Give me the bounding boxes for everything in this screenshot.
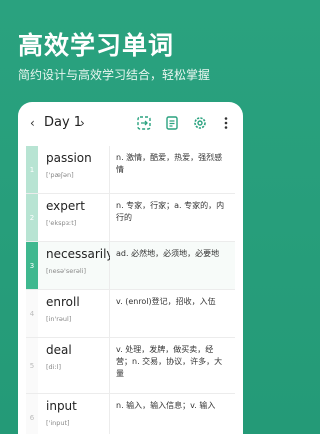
definition-text: ad. 必然地，必须地，必要地	[110, 242, 235, 289]
phonetic-text: [nesə'serəli]	[46, 267, 87, 275]
row-index: 5	[26, 338, 38, 393]
row-index: 4	[26, 290, 38, 337]
definition-text: v. 处理，发牌，做买卖，经营；n. 交易，协议，许多，大量	[116, 345, 223, 378]
gear-icon[interactable]	[192, 115, 208, 131]
word-text: enroll	[46, 295, 80, 309]
prev-day-button[interactable]: ‹	[30, 116, 35, 130]
shuffle-icon[interactable]	[136, 115, 152, 131]
phonetic-text: [diːl]	[46, 363, 61, 371]
word-row[interactable]: 6 input ['input] n. 输入，输入信息；v. 输入	[26, 394, 235, 434]
word-text: necessarily	[46, 247, 114, 261]
phonetic-text: ['pæʃən]	[46, 171, 74, 179]
row-index: 6	[26, 394, 38, 434]
toolbar: ‹ Day 1 ›	[18, 102, 243, 146]
book-icon[interactable]	[164, 115, 180, 131]
word-cell: enroll [in'rəul]	[38, 290, 110, 337]
definition-text: n. 输入，输入信息；v. 输入	[116, 401, 216, 410]
phonetic-text: [in'rəul]	[46, 315, 72, 323]
word-row[interactable]: 5 deal [diːl] v. 处理，发牌，做买卖，经营；n. 交易，协议，许…	[26, 338, 235, 394]
word-text: deal	[46, 343, 72, 357]
row-index: 2	[26, 194, 38, 241]
word-text: expert	[46, 199, 85, 213]
word-cell: passion ['pæʃən]	[38, 146, 110, 193]
row-index: 1	[26, 146, 38, 193]
app-screen: ‹ Day 1 › 1 passion ['pæʃən] n. 激情，酷爱，热爱…	[18, 102, 243, 434]
word-row[interactable]: 4 enroll [in'rəul] v. (enrol)登记，招收，入伍	[26, 290, 235, 338]
next-day-button[interactable]: ›	[80, 116, 85, 130]
word-row[interactable]: 2 expert ['ekspɜːt] n. 专家，行家；a. 专家的，内行的	[26, 194, 235, 242]
row-index: 3	[26, 242, 38, 289]
more-icon[interactable]	[218, 115, 234, 131]
promo-subline: 简约设计与高效学习结合，轻松掌握	[18, 68, 211, 82]
word-text: passion	[46, 151, 92, 165]
phonetic-text: ['input]	[46, 419, 70, 427]
word-cell: input ['input]	[38, 394, 110, 434]
phonetic-text: ['ekspɜːt]	[46, 219, 77, 227]
word-list: 1 passion ['pæʃən] n. 激情，酷爱，热爱，强烈感情 2 ex…	[26, 146, 235, 434]
definition-text: v. (enrol)登记，招收，入伍	[116, 297, 216, 306]
word-row[interactable]: 3 necessarily [nesə'serəli] ad. 必然地，必须地，…	[26, 242, 235, 290]
word-cell: expert ['ekspɜːt]	[38, 194, 110, 241]
word-row[interactable]: 1 passion ['pæʃən] n. 激情，酷爱，热爱，强烈感情	[26, 146, 235, 194]
day-label: Day 1	[44, 115, 83, 130]
word-cell: deal [diːl]	[38, 338, 110, 393]
definition-text: n. 专家，行家；a. 专家的，内行的	[116, 201, 225, 222]
promo-headline: 高效学习单词	[18, 31, 175, 60]
definition-text: n. 激情，酷爱，热爱，强烈感情	[116, 153, 223, 174]
word-cell: necessarily [nesə'serəli]	[38, 242, 114, 289]
word-text: input	[46, 399, 77, 413]
